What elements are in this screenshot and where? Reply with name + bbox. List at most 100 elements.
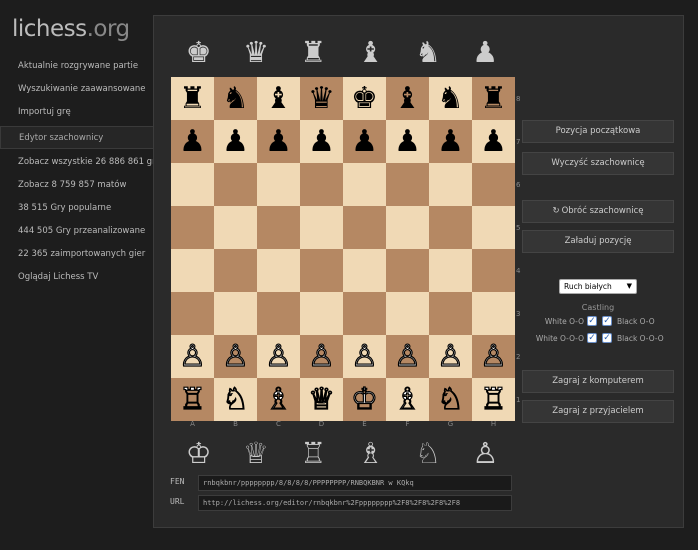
- square-h6[interactable]: [472, 163, 515, 206]
- square-g6[interactable]: [429, 163, 472, 206]
- square-a2[interactable]: ♙: [171, 335, 214, 378]
- square-e3[interactable]: [343, 292, 386, 335]
- square-g7[interactable]: ♟: [429, 120, 472, 163]
- square-e6[interactable]: [343, 163, 386, 206]
- fen-input[interactable]: rnbqkbnr/pppppppp/8/8/8/8/PPPPPPPP/RNBQK…: [198, 475, 512, 491]
- white-pawn-icon[interactable]: ♙: [178, 340, 206, 371]
- chessboard[interactable]: ♜ ♞ ♝ ♛ ♚ ♝ ♞ ♜ ♟ ♟ ♟ ♟ ♟ ♟ ♟ ♟ ♙ ♙ ♙ ♙ ♙ ♙ ♙ ♙ ♖ ♘ ♗ ♕ ♔ ♗ ♘ ♖: [171, 77, 515, 421]
- square-a6[interactable]: [171, 163, 214, 206]
- white-bishop-icon[interactable]: ♗: [264, 383, 292, 414]
- sidebar-item-analysed-games[interactable]: 444 505 Gry przeanalizowane: [0, 220, 153, 243]
- square-f3[interactable]: [386, 292, 429, 335]
- white-pawn-icon[interactable]: ♙: [350, 340, 378, 371]
- square-c4[interactable]: [257, 249, 300, 292]
- spare-white-bishop-icon[interactable]: ♗: [349, 438, 392, 468]
- sidebar-item-advanced-search[interactable]: Wyszukiwanie zaawansowane: [0, 78, 153, 101]
- sidebar-item-lichess-tv[interactable]: Oglądaj Lichess TV: [0, 266, 153, 289]
- square-a5[interactable]: [171, 206, 214, 249]
- spare-white-king-icon[interactable]: ♔: [177, 438, 220, 468]
- square-c3[interactable]: [257, 292, 300, 335]
- white-knight-icon[interactable]: ♘: [221, 383, 249, 414]
- play-computer-button[interactable]: Zagraj z komputerem: [522, 370, 674, 393]
- black-pawn-icon[interactable]: ♟: [437, 126, 464, 157]
- square-b3[interactable]: [214, 292, 257, 335]
- spare-black-king-icon[interactable]: ♚: [177, 37, 220, 67]
- square-b4[interactable]: [214, 249, 257, 292]
- spare-black-queen-icon[interactable]: ♛: [234, 37, 277, 67]
- black-queen-icon[interactable]: ♛: [308, 83, 335, 114]
- spare-black-rook-icon[interactable]: ♜: [292, 37, 335, 67]
- square-a1[interactable]: ♖: [171, 378, 214, 421]
- turn-select[interactable]: Ruch białych ▼: [559, 279, 637, 294]
- url-input[interactable]: http://lichess.org/editor/rnbqkbnr%2Fppp…: [198, 495, 512, 511]
- load-position-button[interactable]: Załaduj pozycję: [522, 230, 674, 253]
- square-b2[interactable]: ♙: [214, 335, 257, 378]
- black-pawn-icon[interactable]: ♟: [480, 126, 507, 157]
- sidebar-item-import-game[interactable]: Importuj grę: [0, 101, 153, 124]
- white-rook-icon[interactable]: ♖: [178, 383, 206, 414]
- black-rook-icon[interactable]: ♜: [480, 83, 507, 114]
- sidebar-item-popular-games[interactable]: 38 515 Gry popularne: [0, 197, 153, 220]
- black-pawn-icon[interactable]: ♟: [265, 126, 292, 157]
- square-e1[interactable]: ♔: [343, 378, 386, 421]
- black-rook-icon[interactable]: ♜: [179, 83, 206, 114]
- white-queen-icon[interactable]: ♕: [307, 383, 335, 414]
- square-d7[interactable]: ♟: [300, 120, 343, 163]
- square-e2[interactable]: ♙: [343, 335, 386, 378]
- flip-board-button[interactable]: ↻ Obróć szachownicę: [522, 200, 674, 223]
- white-pawn-icon[interactable]: ♙: [479, 340, 507, 371]
- black-pawn-icon[interactable]: ♟: [351, 126, 378, 157]
- white-pawn-icon[interactable]: ♙: [264, 340, 292, 371]
- square-d3[interactable]: [300, 292, 343, 335]
- square-h1[interactable]: ♖: [472, 378, 515, 421]
- square-h7[interactable]: ♟: [472, 120, 515, 163]
- spare-black-bishop-icon[interactable]: ♝: [349, 37, 392, 67]
- square-g4[interactable]: [429, 249, 472, 292]
- square-d8[interactable]: ♛: [300, 77, 343, 120]
- square-b6[interactable]: [214, 163, 257, 206]
- square-f7[interactable]: ♟: [386, 120, 429, 163]
- square-a4[interactable]: [171, 249, 214, 292]
- black-bishop-icon[interactable]: ♝: [265, 83, 292, 114]
- white-oo-checkbox[interactable]: ✓: [587, 316, 597, 326]
- sidebar-item-imported-games[interactable]: 22 365 zaimportowanych gier: [0, 243, 153, 266]
- white-king-icon[interactable]: ♔: [350, 383, 378, 414]
- black-pawn-icon[interactable]: ♟: [308, 126, 335, 157]
- square-d5[interactable]: [300, 206, 343, 249]
- spare-white-queen-icon[interactable]: ♕: [234, 438, 277, 468]
- square-f6[interactable]: [386, 163, 429, 206]
- black-knight-icon[interactable]: ♞: [437, 83, 464, 114]
- square-h5[interactable]: [472, 206, 515, 249]
- white-pawn-icon[interactable]: ♙: [307, 340, 335, 371]
- square-f1[interactable]: ♗: [386, 378, 429, 421]
- square-c1[interactable]: ♗: [257, 378, 300, 421]
- square-a3[interactable]: [171, 292, 214, 335]
- square-h2[interactable]: ♙: [472, 335, 515, 378]
- white-pawn-icon[interactable]: ♙: [436, 340, 464, 371]
- black-king-icon[interactable]: ♚: [351, 83, 378, 114]
- play-friend-button[interactable]: Zagraj z przyjacielem: [522, 400, 674, 423]
- square-e8[interactable]: ♚: [343, 77, 386, 120]
- square-g8[interactable]: ♞: [429, 77, 472, 120]
- start-position-button[interactable]: Pozycja początkowa: [522, 120, 674, 143]
- black-bishop-icon[interactable]: ♝: [394, 83, 421, 114]
- square-d2[interactable]: ♙: [300, 335, 343, 378]
- square-h3[interactable]: [472, 292, 515, 335]
- spare-white-rook-icon[interactable]: ♖: [292, 438, 335, 468]
- square-d4[interactable]: [300, 249, 343, 292]
- square-g1[interactable]: ♘: [429, 378, 472, 421]
- black-oo-checkbox[interactable]: ✓: [602, 316, 612, 326]
- square-f8[interactable]: ♝: [386, 77, 429, 120]
- white-rook-icon[interactable]: ♖: [479, 383, 507, 414]
- square-d6[interactable]: [300, 163, 343, 206]
- square-c6[interactable]: [257, 163, 300, 206]
- square-h4[interactable]: [472, 249, 515, 292]
- black-pawn-icon[interactable]: ♟: [222, 126, 249, 157]
- square-g3[interactable]: [429, 292, 472, 335]
- black-pawn-icon[interactable]: ♟: [394, 126, 421, 157]
- spare-black-pawn-icon[interactable]: ♟: [464, 37, 507, 67]
- clear-board-button[interactable]: Wyczyść szachownicę: [522, 152, 674, 175]
- white-knight-icon[interactable]: ♘: [436, 383, 464, 414]
- sidebar-item-all-games[interactable]: Zobacz wszystkie 26 886 861 gry: [0, 151, 161, 174]
- square-c7[interactable]: ♟: [257, 120, 300, 163]
